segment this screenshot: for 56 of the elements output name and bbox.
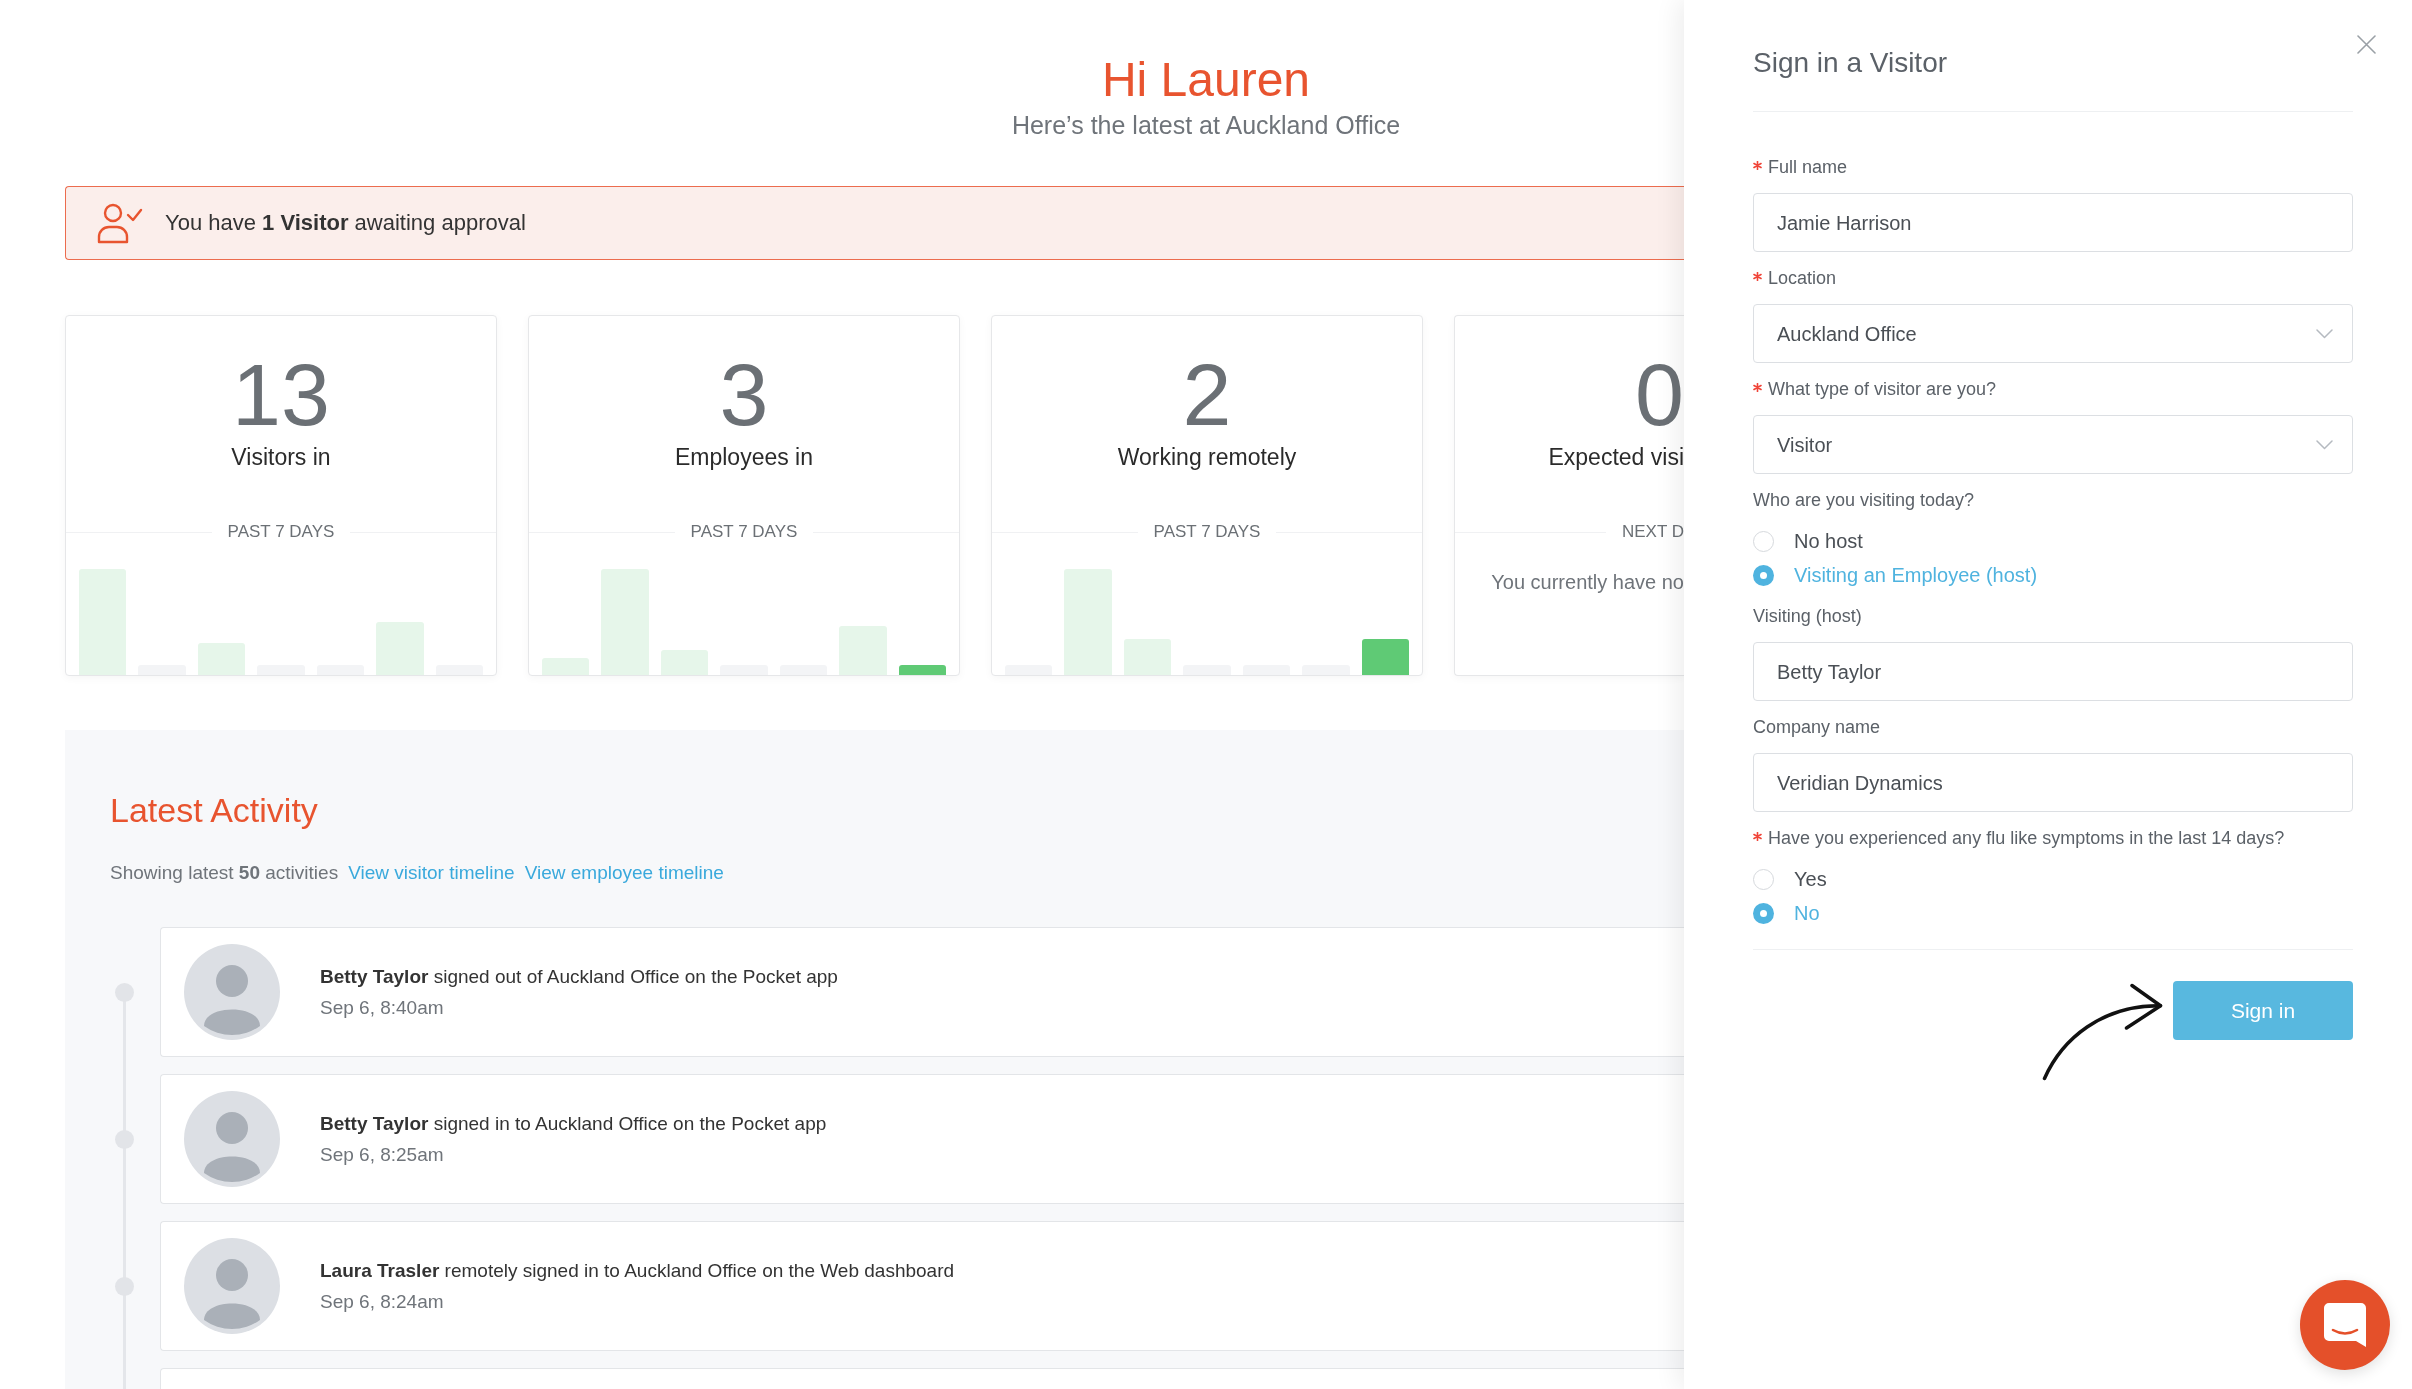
stat-number: 2 — [1182, 347, 1232, 443]
field-label: Visiting (host) — [1753, 605, 1862, 628]
empty-message: You currently have no — [1491, 570, 1684, 594]
close-icon[interactable] — [2357, 35, 2376, 54]
stat-label: Visitors in — [231, 443, 331, 471]
chart-bar — [898, 665, 946, 675]
avatar-icon — [184, 1238, 280, 1334]
radio-label[interactable]: Yes — [1794, 866, 1827, 892]
radio-button[interactable] — [1753, 868, 1774, 890]
text-field[interactable]: Jamie Harrison — [1753, 193, 2353, 252]
activity-text: Betty Taylor signed in to Auckland Office on the Pocket app — [320, 1111, 827, 1136]
field-label: What type of visitor are you? — [1768, 378, 1997, 401]
avatar-icon — [184, 1091, 280, 1187]
chart-bar — [839, 626, 887, 675]
stat-number: 0 — [1635, 347, 1684, 443]
chart-bar — [1361, 639, 1409, 675]
dropdown-field[interactable]: Visitor — [1753, 415, 2353, 474]
field-label: Company name — [1753, 716, 1881, 739]
radio-button[interactable] — [1753, 902, 1774, 924]
stat-number: 3 — [719, 347, 769, 443]
section-title: Latest Activity — [110, 790, 319, 830]
chevron-down-icon — [2316, 439, 2333, 450]
subtitle: Here’s the latest at Auckland Office — [1011, 110, 1401, 140]
field-label: Full name — [1768, 156, 1848, 179]
panel-title: Sign in a Visitor — [1753, 46, 1949, 80]
chart-bar — [660, 650, 709, 675]
chevron-down-icon — [2316, 328, 2333, 339]
radio-label[interactable]: No host — [1794, 528, 1863, 554]
chart-bar — [1123, 639, 1172, 675]
chart-bar — [542, 658, 590, 675]
stat-label: Employees in — [674, 443, 814, 471]
field-label: Have you experienced any flu like symptoms in the last 14 days? — [1768, 827, 2285, 850]
field-label: Who are you visiting today? — [1753, 489, 1975, 512]
activity-summary: Showing latest 50 activities — [110, 861, 339, 885]
dropdown-field[interactable]: Auckland Office — [1753, 304, 2353, 363]
stat-number: 13 — [232, 347, 330, 443]
activity-time: Sep 6, 8:40am — [320, 995, 445, 1020]
avatar-icon — [184, 944, 280, 1040]
chart-bar — [197, 643, 246, 675]
period-label: NEXT D — [1605, 521, 1684, 543]
activity-text: Laura Trasler remotely signed in to Auckland Office on the Web dashboard — [320, 1258, 955, 1283]
user-check-icon — [97, 202, 143, 244]
activity-time: Sep 6, 8:24am — [320, 1289, 445, 1314]
text-field[interactable]: Veridian Dynamics — [1753, 753, 2353, 812]
stat-label: Expected visi — [1548, 443, 1684, 471]
radio-button[interactable] — [1753, 530, 1774, 552]
activity-time: Sep 6, 8:25am — [320, 1142, 445, 1167]
stat-label: Working remotely — [1117, 443, 1297, 471]
greeting: Hi Lauren — [1101, 52, 1311, 108]
activity-text: Betty Taylor signed out of Auckland Office on the Pocket app — [320, 964, 838, 989]
field-label: Location — [1768, 267, 1837, 290]
text-field[interactable]: Betty Taylor — [1753, 642, 2353, 701]
chat-bubble-icon — [2323, 1302, 2367, 1348]
chart-bar — [376, 622, 424, 675]
alert-message: You have 1 Visitor awaiting approval — [165, 209, 526, 237]
radio-button[interactable] — [1753, 564, 1774, 586]
